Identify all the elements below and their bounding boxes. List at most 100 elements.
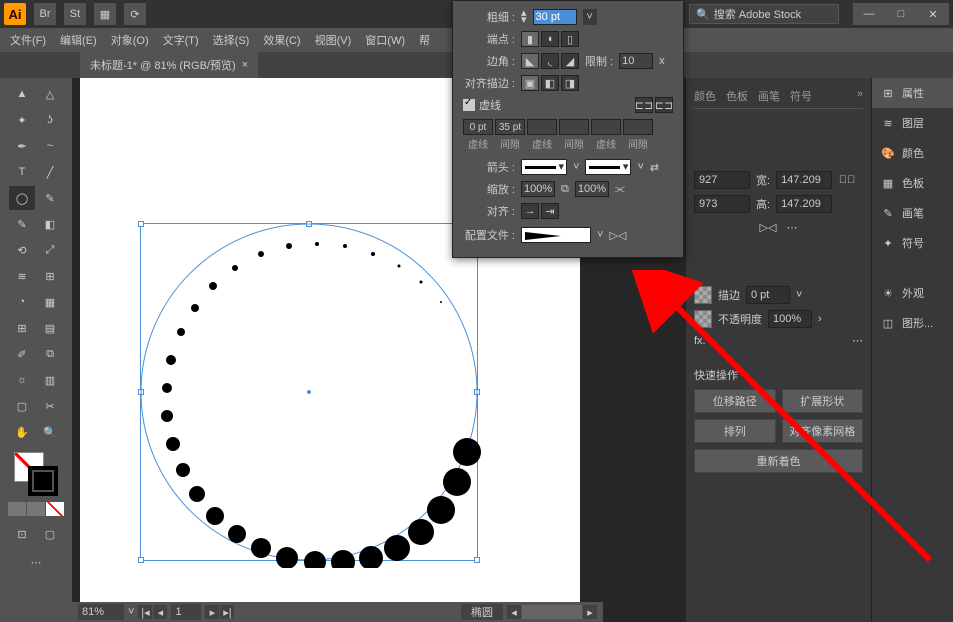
arrow-end-dropdown[interactable] bbox=[585, 159, 631, 175]
swap-arrows-icon[interactable]: ⇄ bbox=[650, 161, 659, 174]
tab-swatches[interactable]: 色板 bbox=[726, 88, 748, 104]
weight-down-icon[interactable]: ▾ bbox=[521, 17, 527, 24]
magic-wand-tool[interactable]: ✦ bbox=[9, 108, 35, 132]
eyedropper-tool[interactable]: ✐ bbox=[9, 342, 35, 366]
stock-search[interactable]: 🔍 搜索 Adobe Stock bbox=[689, 4, 839, 24]
dock-properties[interactable]: ⊞属性 bbox=[872, 78, 953, 108]
selection-tool[interactable]: ▲ bbox=[9, 82, 35, 106]
maximize-button[interactable]: □ bbox=[885, 3, 917, 25]
curvature-tool[interactable]: ~ bbox=[37, 134, 63, 158]
scrollbar-thumb[interactable] bbox=[522, 605, 582, 619]
y-field[interactable]: 973 bbox=[694, 195, 750, 213]
dock-symbols[interactable]: ✦符号 bbox=[872, 228, 953, 258]
tab-symbols[interactable]: 符号 bbox=[790, 88, 812, 104]
free-transform-tool[interactable]: ⊞ bbox=[37, 264, 63, 288]
bridge-icon[interactable]: Br bbox=[34, 3, 56, 25]
edit-toolbar[interactable]: ⋯ bbox=[23, 550, 49, 574]
stroke-dropdown-icon[interactable]: ˅ bbox=[796, 289, 802, 301]
weight-field[interactable] bbox=[533, 9, 577, 25]
hand-tool[interactable]: ✋ bbox=[9, 420, 35, 444]
gpu-icon[interactable]: ⟳ bbox=[124, 3, 146, 25]
expand-shape-button[interactable]: 扩展形状 bbox=[782, 389, 864, 413]
scroll-left-icon[interactable]: ◂ bbox=[507, 605, 521, 619]
graph-tool[interactable]: ▥ bbox=[37, 368, 63, 392]
ellipse-shape[interactable] bbox=[133, 216, 485, 568]
dock-layers[interactable]: ≋图层 bbox=[872, 108, 953, 138]
menu-type[interactable]: 文字(T) bbox=[163, 32, 199, 48]
arrange-docs-icon[interactable]: ▦ bbox=[94, 3, 116, 25]
dock-brushes[interactable]: ✎画笔 bbox=[872, 198, 953, 228]
dash-1[interactable]: 0 pt bbox=[463, 119, 493, 135]
mode-gradient[interactable] bbox=[27, 502, 45, 516]
eraser-tool[interactable]: ◧ bbox=[37, 212, 63, 236]
align-inside-icon[interactable]: ◧ bbox=[541, 75, 559, 91]
gradient-tool[interactable]: ▤ bbox=[37, 316, 63, 340]
gap-3[interactable] bbox=[623, 119, 653, 135]
appearance-more-icon[interactable]: ⋯ bbox=[852, 334, 863, 347]
dock-graphic-styles[interactable]: ◫图形... bbox=[872, 308, 953, 338]
menu-select[interactable]: 选择(S) bbox=[213, 32, 250, 48]
menu-view[interactable]: 视图(V) bbox=[315, 32, 352, 48]
dash-align-icon[interactable]: ⊏⊐ bbox=[655, 97, 673, 113]
zoom-field[interactable]: 81% bbox=[78, 604, 124, 620]
zoom-chevron-icon[interactable]: ˅ bbox=[128, 606, 134, 618]
dash-preserve-icon[interactable]: ⊏⊐ bbox=[635, 97, 653, 113]
align-pixel-button[interactable]: 对齐像素网格 bbox=[782, 419, 864, 443]
symbol-sprayer-tool[interactable]: ☼ bbox=[9, 368, 35, 392]
close-button[interactable]: ✕ bbox=[917, 3, 949, 25]
ellipse-tool[interactable]: ◯ bbox=[9, 186, 35, 210]
close-tab-icon[interactable]: × bbox=[242, 59, 248, 71]
menu-edit[interactable]: 编辑(E) bbox=[60, 32, 97, 48]
more-options-icon[interactable]: ⋯ bbox=[786, 221, 797, 234]
mesh-tool[interactable]: ⊞ bbox=[9, 316, 35, 340]
dash-2[interactable] bbox=[527, 119, 557, 135]
menu-effect[interactable]: 效果(C) bbox=[263, 32, 300, 48]
artboard-number[interactable]: 1 bbox=[171, 604, 201, 620]
blend-tool[interactable]: ⧉ bbox=[37, 342, 63, 366]
offset-path-button[interactable]: 位移路径 bbox=[694, 389, 776, 413]
scale-tool[interactable]: ⤢ bbox=[37, 238, 63, 262]
dock-swatches[interactable]: ▦色板 bbox=[872, 168, 953, 198]
direct-selection-tool[interactable]: △ bbox=[37, 82, 63, 106]
cap-projecting-icon[interactable]: ▯ bbox=[561, 31, 579, 47]
document-tab[interactable]: 未标题-1* @ 81% (RGB/预览) × bbox=[80, 52, 258, 78]
menu-file[interactable]: 文件(F) bbox=[10, 32, 46, 48]
menu-object[interactable]: 对象(O) bbox=[111, 32, 149, 48]
panel-menu-icon[interactable]: » bbox=[857, 88, 863, 104]
lasso-tool[interactable]: ʖ bbox=[37, 108, 63, 132]
menu-window[interactable]: 窗口(W) bbox=[365, 32, 405, 48]
miter-limit-field[interactable]: 10 bbox=[619, 53, 653, 69]
align-center-icon[interactable]: ▣ bbox=[521, 75, 539, 91]
zoom-tool[interactable]: 🔍 bbox=[37, 420, 63, 444]
join-round-icon[interactable]: ◟ bbox=[541, 53, 559, 69]
dash-3[interactable] bbox=[591, 119, 621, 135]
mode-color[interactable] bbox=[8, 502, 26, 516]
align-outside-icon[interactable]: ◨ bbox=[561, 75, 579, 91]
dashed-line-checkbox[interactable]: 虚线 bbox=[463, 97, 501, 113]
tab-color[interactable]: 颜色 bbox=[694, 88, 716, 104]
height-field[interactable]: 147.209 bbox=[776, 195, 832, 213]
cap-butt-icon[interactable]: ▮ bbox=[521, 31, 539, 47]
opacity-swatch[interactable] bbox=[694, 310, 712, 328]
flip-profile-icon[interactable]: ▷◁ bbox=[609, 229, 626, 242]
fx-label[interactable]: fx. bbox=[694, 335, 706, 347]
x-field[interactable]: 927 bbox=[694, 171, 750, 189]
join-bevel-icon[interactable]: ◢ bbox=[561, 53, 579, 69]
opacity-chevron-icon[interactable]: › bbox=[818, 313, 822, 325]
opacity-label[interactable]: 不透明度 bbox=[718, 311, 762, 327]
dock-color[interactable]: 🎨颜色 bbox=[872, 138, 953, 168]
mode-none[interactable] bbox=[46, 502, 64, 516]
width-tool[interactable]: ≋ bbox=[9, 264, 35, 288]
join-miter-icon[interactable]: ◣ bbox=[521, 53, 539, 69]
screen-mode[interactable]: ▢ bbox=[37, 522, 63, 546]
recolor-button[interactable]: 重新着色 bbox=[694, 449, 863, 473]
stroke-label[interactable]: 描边 bbox=[718, 287, 740, 303]
profile-dropdown[interactable] bbox=[521, 227, 591, 243]
dock-appearance[interactable]: ☀外观 bbox=[872, 278, 953, 308]
stock-icon[interactable]: St bbox=[64, 3, 86, 25]
arrange-button[interactable]: 排列 bbox=[694, 419, 776, 443]
artboard-tool[interactable]: ▢ bbox=[9, 394, 35, 418]
gap-1[interactable]: 35 pt bbox=[495, 119, 525, 135]
line-tool[interactable]: ╱ bbox=[37, 160, 63, 184]
fill-stroke-picker[interactable] bbox=[14, 452, 58, 496]
